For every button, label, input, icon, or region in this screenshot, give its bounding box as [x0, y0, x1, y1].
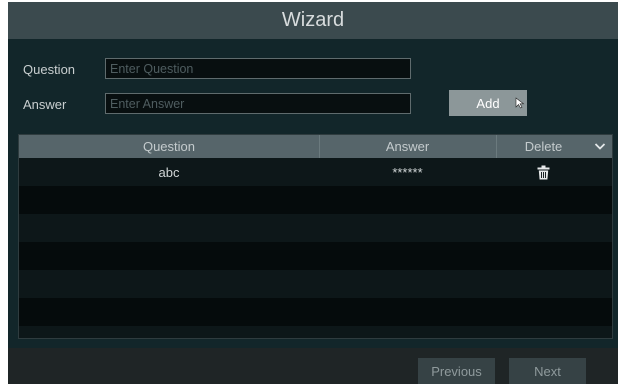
table-header: Question Answer Delete: [19, 135, 612, 158]
dialog-titlebar: Wizard: [8, 2, 618, 39]
column-header-delete[interactable]: Delete: [496, 135, 591, 158]
column-header-answer[interactable]: Answer: [319, 135, 496, 158]
dialog-title: Wizard: [281, 9, 345, 31]
question-label: Question: [23, 62, 76, 77]
empty-row: [19, 298, 612, 326]
empty-row: [19, 186, 612, 214]
previous-button-label: Previous: [431, 363, 482, 379]
next-button[interactable]: Next: [509, 358, 586, 384]
empty-row: [19, 326, 612, 338]
question-table: Question Answer Delete abc ******: [18, 134, 613, 339]
chevron-down-icon[interactable]: [594, 142, 606, 151]
next-button-label: Next: [534, 363, 561, 379]
previous-button[interactable]: Previous: [418, 358, 495, 384]
mouse-pointer-icon: [515, 97, 525, 109]
add-button-label: Add: [476, 95, 500, 111]
answer-input[interactable]: [105, 93, 411, 114]
answer-label: Answer: [23, 97, 67, 112]
empty-row: [19, 242, 612, 270]
trash-icon[interactable]: [537, 165, 550, 180]
delete-cell: [496, 158, 591, 186]
answer-cell: ******: [392, 164, 423, 180]
column-header-question[interactable]: Question: [19, 135, 319, 158]
empty-row: [19, 214, 612, 242]
empty-row: [19, 270, 612, 298]
wizard-dialog: Wizard Question Answer Add Question Answ…: [8, 2, 618, 384]
question-input[interactable]: [105, 58, 411, 79]
table-row[interactable]: abc ******: [19, 158, 612, 186]
question-cell: abc: [158, 164, 180, 180]
